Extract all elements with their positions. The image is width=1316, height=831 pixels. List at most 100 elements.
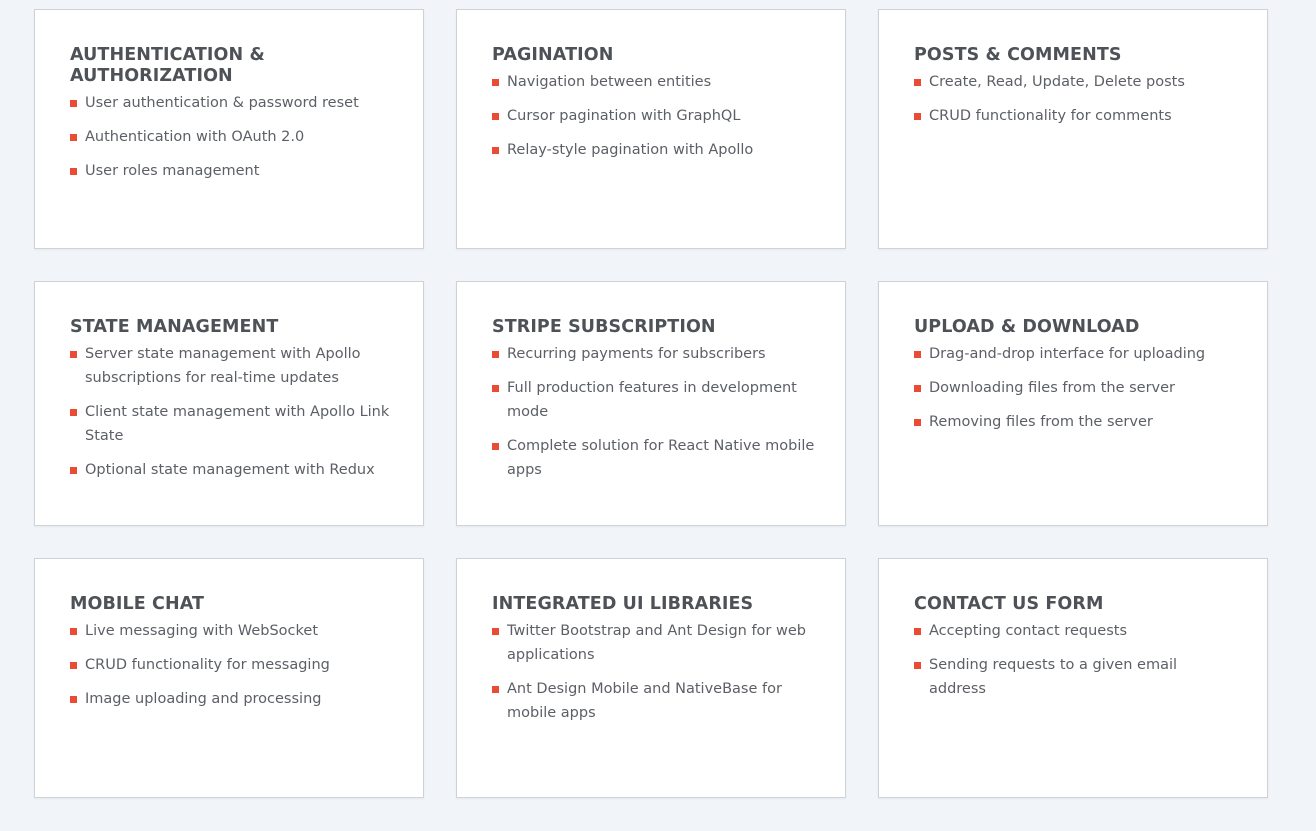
square-bullet-icon	[492, 443, 499, 450]
feature-item-text: Server state management with Apollo subs…	[85, 346, 361, 386]
square-bullet-icon	[492, 351, 499, 358]
square-bullet-icon	[492, 686, 499, 693]
square-bullet-icon	[70, 696, 77, 703]
feature-item: Authentication with OAuth 2.0	[70, 125, 393, 149]
feature-item-text: Twitter Bootstrap and Ant Design for web…	[507, 623, 806, 663]
square-bullet-icon	[492, 79, 499, 86]
feature-item-text: Navigation between entities	[507, 74, 712, 90]
feature-item: Full production features in development …	[492, 376, 815, 424]
feature-item: User authentication & password reset	[70, 91, 393, 115]
feature-item: Create, Read, Update, Delete posts	[914, 70, 1237, 94]
feature-item: Optional state management with Redux	[70, 458, 393, 482]
feature-item: Live messaging with WebSocket	[70, 619, 393, 643]
feature-item: Cursor pagination with GraphQL	[492, 104, 815, 128]
feature-item-text: User authentication & password reset	[85, 95, 359, 111]
feature-list: Create, Read, Update, Delete posts CRUD …	[914, 70, 1237, 128]
card-title: AUTHENTICATION & AUTHORIZATION	[70, 45, 265, 86]
feature-item: Navigation between entities	[492, 70, 815, 94]
feature-item-text: CRUD functionality for messaging	[85, 657, 330, 673]
feature-list: Server state management with Apollo subs…	[70, 342, 393, 482]
square-bullet-icon	[914, 113, 921, 120]
feature-item-text: Full production features in development …	[507, 380, 797, 420]
feature-item-text: Complete solution for React Native mobil…	[507, 438, 815, 478]
feature-item: Twitter Bootstrap and Ant Design for web…	[492, 619, 815, 667]
features-grid: AUTHENTICATION & AUTHORIZATION User auth…	[0, 0, 1316, 831]
feature-item-text: Authentication with OAuth 2.0	[85, 129, 305, 145]
square-bullet-icon	[70, 467, 77, 474]
feature-item-text: Create, Read, Update, Delete posts	[929, 74, 1185, 90]
card-title: MOBILE CHAT	[70, 594, 205, 614]
feature-item: Accepting contact requests	[914, 619, 1237, 643]
feature-item: Downloading files from the server	[914, 376, 1237, 400]
feature-card-contact-form: CONTACT US FORM Accepting contact reques…	[878, 558, 1268, 798]
feature-item: Client state management with Apollo Link…	[70, 400, 393, 448]
feature-item-text: User roles management	[85, 163, 260, 179]
square-bullet-icon	[70, 628, 77, 635]
feature-item: Removing files from the server	[914, 410, 1237, 434]
card-title: POSTS & COMMENTS	[914, 45, 1122, 65]
feature-item: Image uploading and processing	[70, 687, 393, 711]
square-bullet-icon	[70, 134, 77, 141]
feature-item-text: Removing files from the server	[929, 414, 1153, 430]
feature-item: Recurring payments for subscribers	[492, 342, 815, 366]
feature-item-text: Relay-style pagination with Apollo	[507, 142, 754, 158]
feature-item: Ant Design Mobile and NativeBase for mob…	[492, 677, 815, 725]
feature-item: User roles management	[70, 159, 393, 183]
feature-card-upload-download: UPLOAD & DOWNLOAD Drag-and-drop interfac…	[878, 281, 1268, 526]
feature-item-text: Sending requests to a given email addres…	[929, 657, 1178, 697]
feature-list: Recurring payments for subscribers Full …	[492, 342, 815, 482]
feature-list: Twitter Bootstrap and Ant Design for web…	[492, 619, 815, 725]
card-title: CONTACT US FORM	[914, 594, 1104, 614]
feature-item-text: Downloading files from the server	[929, 380, 1176, 396]
card-title: PAGINATION	[492, 45, 614, 65]
feature-item: CRUD functionality for comments	[914, 104, 1237, 128]
feature-item-text: Drag-and-drop interface for uploading	[929, 346, 1206, 362]
square-bullet-icon	[492, 113, 499, 120]
card-title: STATE MANAGEMENT	[70, 317, 279, 337]
feature-card-mobile-chat: MOBILE CHAT Live messaging with WebSocke…	[34, 558, 424, 798]
feature-list: Navigation between entities Cursor pagin…	[492, 70, 815, 162]
card-title: UPLOAD & DOWNLOAD	[914, 317, 1140, 337]
feature-card-state-management: STATE MANAGEMENT Server state management…	[34, 281, 424, 526]
square-bullet-icon	[70, 662, 77, 669]
feature-item: Server state management with Apollo subs…	[70, 342, 393, 390]
feature-card-ui-libraries: INTEGRATED UI LIBRARIES Twitter Bootstra…	[456, 558, 846, 798]
square-bullet-icon	[492, 628, 499, 635]
feature-item-text: Accepting contact requests	[929, 623, 1127, 639]
feature-item: Drag-and-drop interface for uploading	[914, 342, 1237, 366]
feature-item-text: Client state management with Apollo Link…	[85, 404, 390, 444]
feature-item-text: Live messaging with WebSocket	[85, 623, 319, 639]
card-title: STRIPE SUBSCRIPTION	[492, 317, 716, 337]
square-bullet-icon	[914, 419, 921, 426]
square-bullet-icon	[914, 628, 921, 635]
square-bullet-icon	[70, 100, 77, 107]
card-title: INTEGRATED UI LIBRARIES	[492, 594, 754, 614]
square-bullet-icon	[70, 168, 77, 175]
square-bullet-icon	[914, 79, 921, 86]
feature-item-text: Image uploading and processing	[85, 691, 322, 707]
feature-item-text: CRUD functionality for comments	[929, 108, 1172, 124]
feature-item: Complete solution for React Native mobil…	[492, 434, 815, 482]
feature-card-posts-comments: POSTS & COMMENTS Create, Read, Update, D…	[878, 9, 1268, 249]
feature-list: Drag-and-drop interface for uploading Do…	[914, 342, 1237, 434]
feature-item: Relay-style pagination with Apollo	[492, 138, 815, 162]
feature-list: Live messaging with WebSocket CRUD funct…	[70, 619, 393, 711]
square-bullet-icon	[492, 147, 499, 154]
feature-card-pagination: PAGINATION Navigation between entities C…	[456, 9, 846, 249]
square-bullet-icon	[914, 662, 921, 669]
square-bullet-icon	[70, 351, 77, 358]
feature-item-text: Ant Design Mobile and NativeBase for mob…	[507, 681, 782, 721]
feature-item-text: Cursor pagination with GraphQL	[507, 108, 741, 124]
square-bullet-icon	[914, 351, 921, 358]
feature-item-text: Recurring payments for subscribers	[507, 346, 766, 362]
feature-list: User authentication & password reset Aut…	[70, 91, 393, 183]
square-bullet-icon	[70, 409, 77, 416]
square-bullet-icon	[492, 385, 499, 392]
square-bullet-icon	[914, 385, 921, 392]
feature-card-stripe-subscription: STRIPE SUBSCRIPTION Recurring payments f…	[456, 281, 846, 526]
feature-item-text: Optional state management with Redux	[85, 462, 375, 478]
feature-card-authentication: AUTHENTICATION & AUTHORIZATION User auth…	[34, 9, 424, 249]
feature-list: Accepting contact requests Sending reque…	[914, 619, 1237, 701]
feature-item: CRUD functionality for messaging	[70, 653, 393, 677]
feature-item: Sending requests to a given email addres…	[914, 653, 1237, 701]
